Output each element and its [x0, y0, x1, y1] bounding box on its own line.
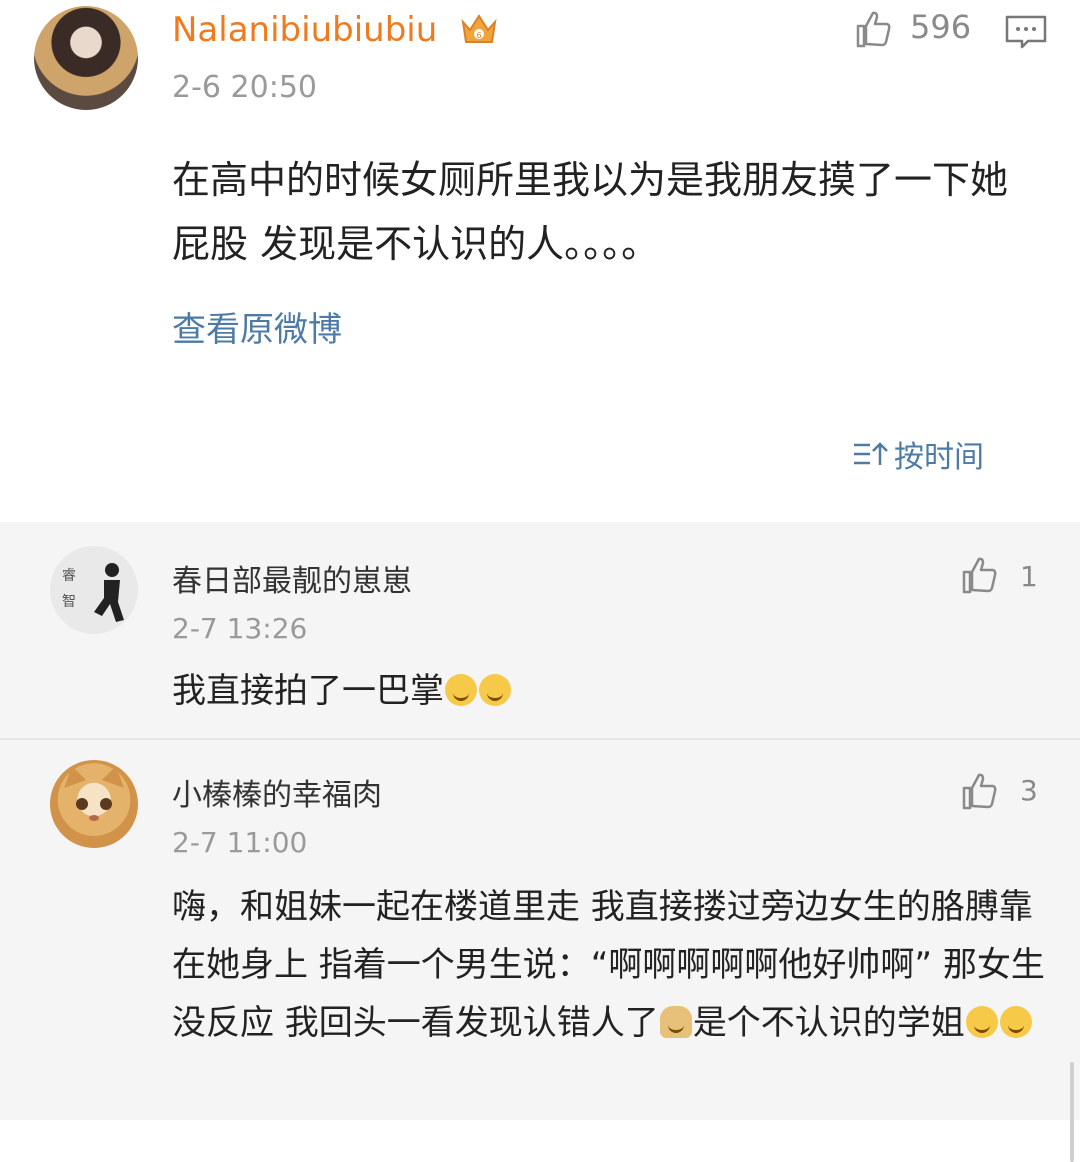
thinking-face-emoji — [999, 1006, 1032, 1038]
cat-face-icon — [64, 766, 124, 821]
view-original-link[interactable]: 查看原微博 — [172, 302, 342, 351]
post-timestamp: 2-6 20:50 — [172, 70, 317, 105]
reply-timestamp: 2-7 13:26 — [172, 612, 308, 645]
person-silhouette-icon: 睿 智 — [62, 563, 124, 622]
thinking-face-emoji — [965, 1006, 998, 1038]
main-post: Nalanibiubiubiu 6 2-6 20:50 596 在高中的时候女厕… — [0, 0, 1080, 522]
crown-badge-icon: 6 — [461, 14, 497, 43]
laughing-crying-emoji — [479, 674, 511, 706]
thumbs-up-icon[interactable] — [852, 8, 894, 50]
svg-text:睿: 睿 — [62, 568, 76, 584]
sort-icon — [854, 442, 888, 465]
post-text: 在高中的时候女厕所里我以为是我朋友摸了一下她屁股 发现是不认识的人。。。。 — [172, 158, 1009, 266]
reply-item: 小榛榛的幸福肉 2-7 11:00 3 嗨，和姐妹一起在楼道里走 我直接搂过旁边… — [0, 740, 1080, 1120]
main-avatar[interactable] — [34, 6, 138, 110]
reply-like-count: 3 — [1020, 774, 1038, 807]
svg-text:智: 智 — [62, 594, 76, 610]
comment-icon[interactable] — [1004, 14, 1048, 50]
svg-text:6: 6 — [476, 31, 481, 40]
sort-label: 按时间 — [894, 440, 984, 475]
post-username[interactable]: Nalanibiubiubiu — [172, 10, 437, 50]
reply-item: 睿 智 春日部最靓的崽崽 2-7 13:26 1 我直接拍了一巴掌 — [0, 522, 1080, 740]
post-like-count: 596 — [910, 8, 972, 46]
reply-timestamp: 2-7 11:00 — [172, 826, 308, 859]
reply-username[interactable]: 小榛榛的幸福肉 — [172, 770, 382, 814]
laughing-crying-emoji — [445, 674, 477, 706]
reply-avatar[interactable]: 睿 智 — [50, 546, 138, 634]
reply-list: 睿 智 春日部最靓的崽崽 2-7 13:26 1 我直接拍了一巴掌 小榛榛的幸福… — [0, 522, 1080, 1162]
reply-avatar[interactable] — [50, 760, 138, 848]
reply-text-content: 我直接拍了一巴掌 — [172, 671, 444, 711]
thumbs-up-icon[interactable] — [958, 554, 1000, 596]
sort-toggle[interactable]: 按时间 — [852, 432, 984, 476]
crying-person-emoji — [659, 1006, 692, 1038]
reply-like-count: 1 — [1020, 560, 1038, 593]
reply-username[interactable]: 春日部最靓的崽崽 — [172, 556, 412, 600]
thumbs-up-icon[interactable] — [958, 770, 1000, 812]
reply-text-part: 是个不认识的学姐 — [692, 1003, 965, 1043]
reply-text: 我直接拍了一巴掌 — [172, 662, 1052, 720]
reply-text: 嗨，和姐妹一起在楼道里走 我直接搂过旁边女生的胳膊靠在她身上 指着一个男生说：“… — [172, 878, 1052, 1052]
